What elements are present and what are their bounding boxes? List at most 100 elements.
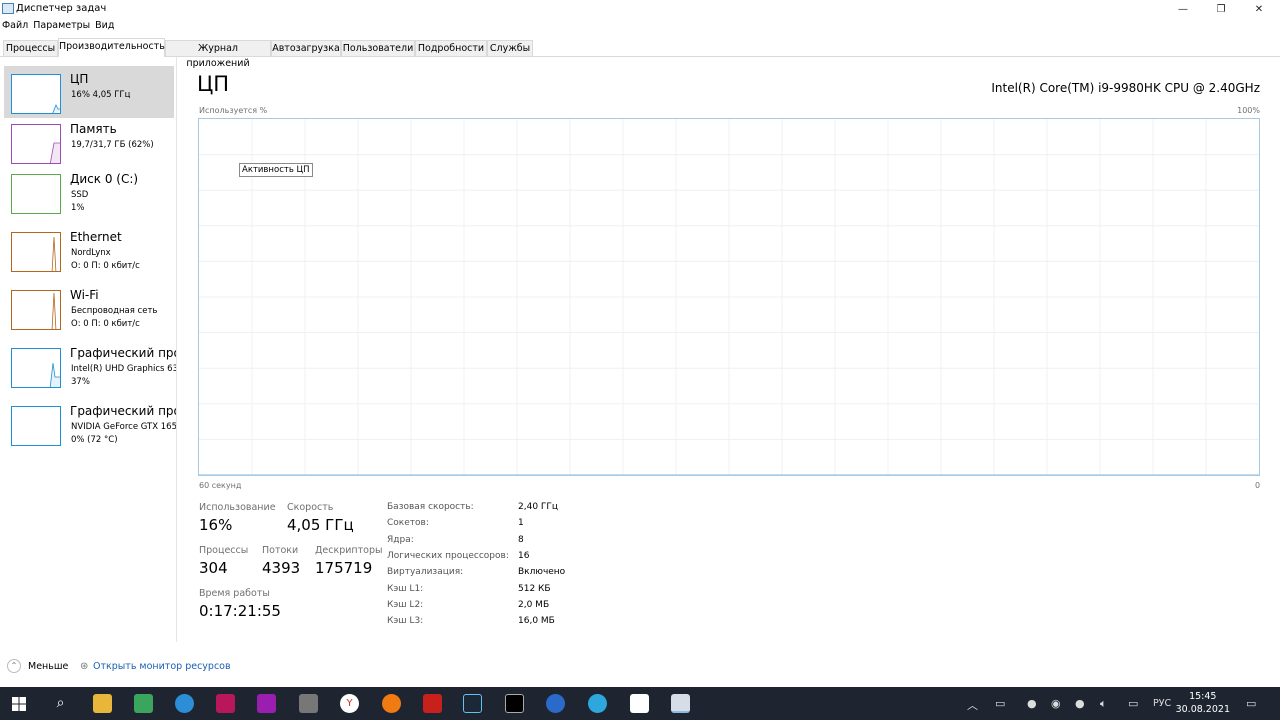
network-icon[interactable]: ▭ (1128, 697, 1138, 710)
menu-view[interactable]: Вид (95, 20, 114, 31)
sidebar-item-label: Wi-Fi (70, 288, 99, 302)
info-value: 2,40 ГГц (518, 502, 559, 512)
info-value: 8 (518, 535, 524, 545)
media-icon[interactable] (382, 694, 401, 713)
search-icon[interactable]: ⌕ (51, 694, 70, 713)
gpu0-thumbnail (11, 348, 61, 388)
x-axis-right-label: 0 (1255, 481, 1261, 490)
info-key: Ядра: (387, 535, 414, 545)
info-key: Кэш L1: (387, 584, 424, 594)
disk-thumbnail (11, 174, 61, 214)
tray-app-icon[interactable]: ● (1027, 697, 1037, 710)
yandex-icon[interactable]: Y (340, 694, 359, 713)
sidebar-item-label: Графический процессор 1 (70, 404, 176, 418)
notification-icon[interactable]: ▭ (1246, 697, 1256, 710)
sidebar-item-wifi[interactable]: Wi-Fi Беспроводная сеть О: 0 П: 0 кбит/с (4, 282, 174, 334)
info-value: 16 (518, 551, 530, 561)
tab-startup[interactable]: Автозагрузка (271, 40, 341, 56)
cpu-usage-chart (198, 118, 1260, 476)
y-axis-label: Используется % (199, 106, 268, 115)
maximize-button[interactable]: ❐ (1202, 0, 1240, 19)
sidebar-item-detail: 19,7/31,7 ГБ (62%) (71, 140, 154, 150)
handles-label: Дескрипторы (315, 545, 383, 556)
uptime-value: 0:17:21:55 (199, 602, 281, 620)
speed-label: Скорость (287, 502, 334, 513)
info-key: Логических процессоров: (387, 551, 509, 561)
footer-bar: ⌃ Меньше ⊛ Открыть монитор ресурсов (0, 656, 1280, 678)
threads-value: 4393 (262, 559, 301, 577)
page-title: ЦП (197, 72, 230, 96)
stocks-icon[interactable] (134, 694, 153, 713)
resource-sidebar: ЦП 16% 4,05 ГГц Память 19,7/31,7 ГБ (62%… (0, 57, 177, 642)
clock-time: 15:45 (1189, 691, 1217, 702)
fewer-details-link[interactable]: Меньше (28, 661, 68, 672)
x-axis-left-label: 60 секунд (199, 481, 242, 490)
steam-icon[interactable] (463, 694, 482, 713)
tab-processes[interactable]: Процессы (3, 40, 58, 56)
terminal-icon[interactable] (505, 694, 524, 713)
sidebar-item-detail: 16% 4,05 ГГц (71, 90, 131, 100)
tray-app-icon[interactable]: ● (1075, 697, 1085, 710)
rider-icon[interactable] (216, 694, 235, 713)
usage-value: 16% (199, 516, 233, 534)
usage-label: Использование (199, 502, 276, 513)
menu-options[interactable]: Параметры (33, 20, 90, 31)
volume-icon[interactable]: 🔈︎ (1100, 697, 1107, 711)
sidebar-item-detail-2: О: 0 П: 0 кбит/с (71, 319, 140, 329)
cpu-usage-svg (199, 119, 1259, 475)
tab-details[interactable]: Подробности (415, 40, 487, 56)
sidebar-item-label: Графический процессор 0 (70, 346, 176, 360)
tab-performance[interactable]: Производительность (58, 38, 165, 57)
sidebar-item-disk[interactable]: Диск 0 (C:) SSD 1% (4, 166, 174, 218)
window-title: Диспетчер задач (16, 3, 107, 14)
windows-start-icon[interactable] (12, 697, 26, 711)
info-value: 1 (518, 518, 524, 528)
sidebar-item-detail: NordLynx (71, 248, 111, 258)
vs-icon[interactable] (175, 694, 194, 713)
info-key: Базовая скорость: (387, 502, 474, 512)
resource-monitor-icon: ⊛ (80, 661, 89, 672)
taskmanager-app-icon (2, 3, 14, 14)
tab-strip: Процессы Производительность Журнал прило… (0, 38, 1280, 69)
tool-icon[interactable] (299, 694, 318, 713)
tray-app-icon[interactable]: ◉ (1051, 697, 1061, 710)
tab-app-history[interactable]: Журнал приложений (165, 40, 271, 69)
minimize-button[interactable]: — (1164, 0, 1202, 19)
collapse-icon[interactable]: ⌃ (7, 659, 21, 673)
browser-icon[interactable] (546, 694, 565, 713)
explorer-icon[interactable] (93, 694, 112, 713)
handles-value: 175719 (315, 559, 373, 577)
sidebar-item-detail-2: О: 0 П: 0 кбит/с (71, 261, 140, 271)
sidebar-item-detail: NVIDIA GeForce GTX 1650 (71, 422, 176, 432)
sidebar-item-label: Ethernet (70, 230, 122, 244)
sidebar-item-label: ЦП (70, 72, 89, 86)
clock-date: 30.08.2021 (1175, 704, 1230, 715)
info-value: Включено (518, 567, 566, 577)
memory-thumbnail (11, 124, 61, 164)
cpu-model-name: Intel(R) Core(TM) i9-9980HK CPU @ 2.40GH… (991, 81, 1260, 95)
tray-app-icon[interactable]: ▭ (995, 697, 1005, 710)
sidebar-item-detail: SSD (71, 190, 89, 200)
sidebar-item-label: Диск 0 (C:) (70, 172, 139, 186)
sidebar-item-detail-2: 1% (71, 203, 85, 213)
sidebar-item-gpu1[interactable]: Графический процессор 1 NVIDIA GeForce G… (4, 398, 176, 450)
info-value: 2,0 МБ (518, 600, 550, 610)
sidebar-item-gpu0[interactable]: Графический процессор 0 Intel(R) UHD Gra… (4, 340, 176, 392)
acrobat-icon[interactable] (423, 694, 442, 713)
language-indicator[interactable]: РУС (1153, 698, 1171, 709)
intellij-icon[interactable] (257, 694, 276, 713)
open-resource-monitor-link[interactable]: Открыть монитор ресурсов (93, 661, 231, 672)
tab-users[interactable]: Пользователи (341, 40, 415, 56)
slack-icon[interactable] (630, 694, 649, 713)
sidebar-item-memory[interactable]: Память 19,7/31,7 ГБ (62%) (4, 116, 174, 168)
sidebar-item-cpu[interactable]: ЦП 16% 4,05 ГГц (4, 66, 174, 118)
tab-services[interactable]: Службы (487, 40, 533, 56)
taskbar: ⌕ Y ︿ ▭ ● ◉ ● 🔈︎ ▭ РУС 15:45 30.08.2021 … (0, 687, 1280, 720)
taskmanager-icon[interactable] (671, 694, 690, 713)
close-button[interactable]: ✕ (1240, 0, 1278, 19)
chevron-up-icon[interactable]: ︿ (967, 697, 978, 713)
sidebar-item-ethernet[interactable]: Ethernet NordLynx О: 0 П: 0 кбит/с (4, 224, 174, 276)
clock[interactable]: 15:45 30.08.2021 (1176, 690, 1230, 716)
telegram-icon[interactable] (588, 694, 607, 713)
menu-file[interactable]: Файл (2, 20, 28, 31)
